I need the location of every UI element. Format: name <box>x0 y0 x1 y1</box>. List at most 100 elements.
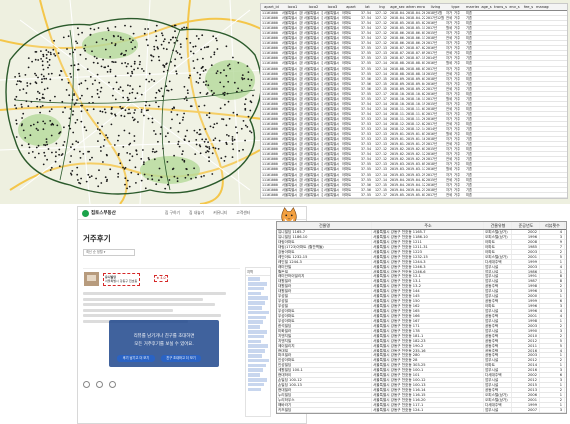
side-list-item[interactable] <box>248 334 264 339</box>
table-cell: 2018.11.20 <box>390 116 405 121</box>
nav-support[interactable]: 고객센터 <box>236 210 250 216</box>
side-list-item[interactable] <box>248 296 268 300</box>
side-list-item[interactable] <box>248 349 265 353</box>
nav-community[interactable]: 커뮤니티 <box>213 210 227 216</box>
table-cell: 11161000 <box>262 91 278 96</box>
column-header[interactable]: 리뷰횟수 <box>540 222 565 229</box>
table-cell: 공동주택 <box>484 299 512 304</box>
table-cell: 전세 거주 <box>446 142 461 147</box>
column-header[interactable]: age_sec <box>389 4 405 10</box>
bookmark-icon[interactable] <box>96 381 103 388</box>
like-icon[interactable] <box>109 381 116 388</box>
column-header[interactable]: env_s <box>507 4 521 10</box>
column-header[interactable]: apart_id <box>261 4 281 10</box>
listing-point <box>47 73 50 75</box>
table-cell: 서울특별시 강동구 천호동 144 <box>372 289 484 294</box>
column-header[interactable]: 건물유형 <box>484 222 512 229</box>
column-header[interactable]: age_s <box>479 4 493 10</box>
write-review-button[interactable]: 후기 남기고 더 보기 <box>117 355 155 362</box>
side-list-item[interactable] <box>248 282 267 286</box>
sort-select[interactable]: 최신 순 정렬 ▾ <box>83 249 135 256</box>
listing-point <box>153 48 156 51</box>
listing-point <box>37 152 40 155</box>
score-cell <box>479 72 493 76</box>
side-list-item[interactable] <box>248 363 266 368</box>
side-list-item[interactable] <box>248 325 260 329</box>
app-logo[interactable]: 집토스부동산 <box>91 210 116 216</box>
listing-point <box>103 139 106 141</box>
table-cell: 서울특별시 강동구 고덕동 <box>282 76 303 81</box>
side-list-item[interactable] <box>248 354 262 358</box>
column-header[interactable]: manage_s <box>535 4 549 10</box>
column-header[interactable]: loca2 <box>303 4 323 10</box>
listing-point <box>161 32 163 35</box>
listing-point <box>217 148 220 150</box>
table-cell: 서울특별시 강동구 길동 <box>304 106 323 111</box>
side-list-item[interactable] <box>248 301 265 305</box>
column-header[interactable]: lat <box>360 4 374 10</box>
column-header[interactable]: apart <box>341 4 360 10</box>
listing-point <box>117 134 120 137</box>
column-header[interactable]: 준공년도 <box>512 222 540 229</box>
column-header[interactable]: trans_s <box>493 4 507 10</box>
side-list-item[interactable] <box>248 286 264 291</box>
side-list-item[interactable] <box>248 315 266 320</box>
side-list-item[interactable] <box>248 291 261 296</box>
listing-point <box>61 78 63 81</box>
column-header[interactable]: married <box>465 4 479 10</box>
share-icon[interactable] <box>83 381 90 388</box>
table-cell: 1 <box>540 402 565 407</box>
review-card[interactable]: 유니빌딩 서울특별시 강동구 천호동 ★ 4.0 <box>83 268 240 288</box>
score-cell <box>479 26 493 30</box>
side-list-item[interactable] <box>248 382 264 387</box>
building-review-table[interactable]: 건물명 주소 건물유형 준공년도 리뷰횟수 유니빌딩 1165-7 서울특별시 강동구 천… <box>276 221 567 414</box>
listing-point <box>194 153 197 156</box>
side-list-item[interactable] <box>248 387 261 392</box>
column-header[interactable]: type <box>445 4 465 10</box>
side-list-item[interactable] <box>248 344 268 348</box>
listing-point <box>46 61 49 63</box>
listing-point <box>41 104 44 107</box>
column-header[interactable]: 주소 <box>372 222 484 229</box>
side-list-item[interactable] <box>248 320 263 324</box>
apartment-data-table[interactable]: apart_id loca1 loca2 loca3 apart lat lng age_se… <box>260 3 568 199</box>
listing-point <box>42 93 44 96</box>
side-list-item[interactable] <box>248 339 261 344</box>
side-list-item[interactable] <box>248 368 263 372</box>
table-cell: 서울특별시 강동구 상일동 <box>324 96 341 101</box>
side-list-item[interactable] <box>248 358 269 363</box>
listing-point <box>137 121 139 123</box>
invite-friend-button[interactable]: 친구 초대하고 더 보기 <box>161 355 201 362</box>
listing-point <box>211 152 214 155</box>
column-header[interactable]: living <box>425 4 445 10</box>
side-list-item[interactable] <box>248 373 260 377</box>
side-list-item[interactable] <box>248 330 267 334</box>
column-header[interactable]: lng <box>374 4 389 10</box>
table-cell: 서울특별시 강동구 천호동 <box>304 157 323 162</box>
listing-point <box>202 81 205 83</box>
table-cell: 서울특별시 강동구 둔촌동 <box>324 122 341 127</box>
table-cell: 서울특별시 강동구 명일동 <box>282 172 303 177</box>
table-cell: 우성아파트 <box>277 309 372 313</box>
listing-point <box>222 92 225 95</box>
nav-list-home[interactable]: 집 내놓기 <box>189 210 204 216</box>
listing-point <box>136 92 139 95</box>
column-header[interactable]: loca1 <box>281 4 303 10</box>
listing-point <box>126 152 129 154</box>
side-list-item[interactable] <box>248 378 267 382</box>
side-list-item[interactable] <box>248 306 262 310</box>
side-list-item[interactable] <box>248 310 269 315</box>
table-row[interactable]: 11161000서울특별시 강동구 길동서울특별시 강동구 길동서울특별시 강동… <box>261 198 567 199</box>
column-header[interactable]: when enroll <box>405 4 425 10</box>
table-cell: 아파트 <box>342 172 352 177</box>
listing-point <box>37 90 39 93</box>
map-panel[interactable]: apart_id loca1 loca2 loca3 apart lat lng age_se… <box>0 0 570 204</box>
column-header[interactable]: fee_s <box>521 4 535 10</box>
side-list-item[interactable] <box>248 277 260 281</box>
column-header[interactable]: loca3 <box>323 4 341 10</box>
nav-find-home[interactable]: 집 구하기 <box>165 210 180 216</box>
table-cell: 127.15 <box>375 182 387 187</box>
column-header[interactable]: 건물명 <box>277 222 372 229</box>
listing-point <box>99 132 101 135</box>
table-row[interactable]: 소망빌딩서울특별시 강동구 천호동 124-13업무시설20042 <box>277 412 566 413</box>
